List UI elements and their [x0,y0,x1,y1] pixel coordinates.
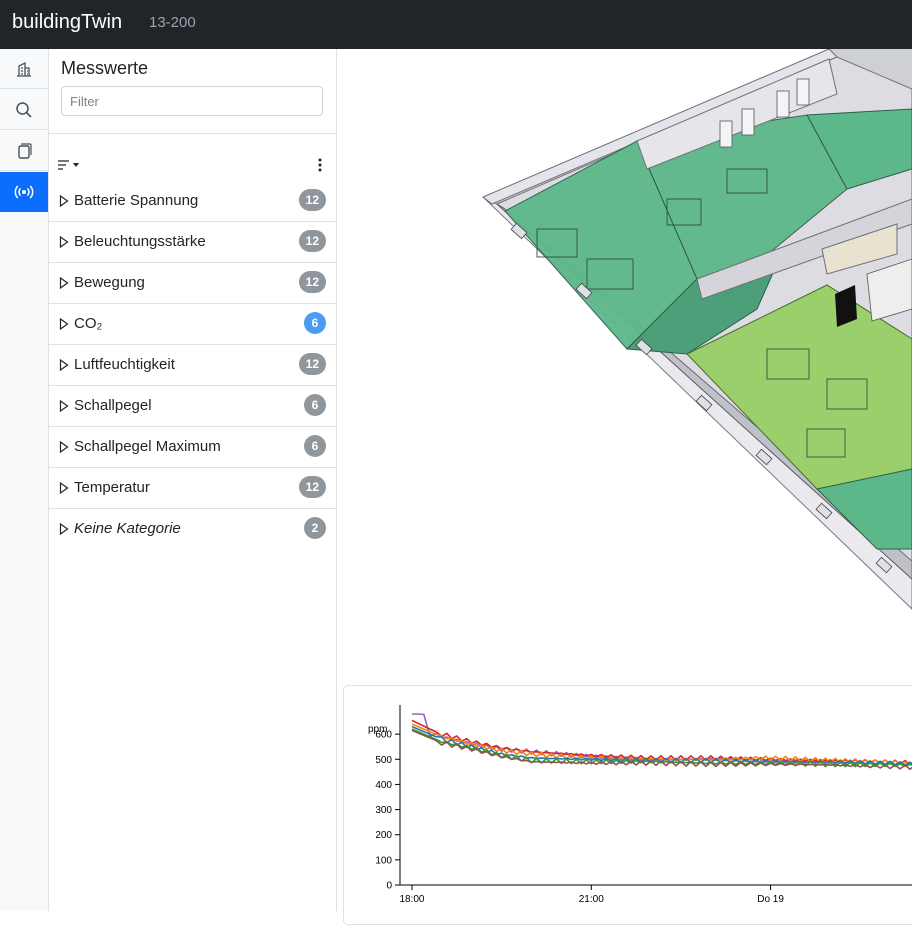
caret-right-icon [59,277,69,289]
list-item[interactable]: Temperatur 12 [49,468,336,509]
y-tick-label: 0 [386,881,392,892]
caret-right-icon [59,236,69,248]
category-label: Bewegung [74,274,145,291]
caret-right-icon [59,523,69,535]
icon-rail [0,49,49,911]
more-options-button[interactable] [311,156,329,174]
rail-sensors-button[interactable] [0,172,48,212]
x-tick-label: 18:00 [399,894,424,905]
y-tick-label: 400 [375,780,392,791]
category-label: Beleuchtungsstärke [74,233,206,250]
caret-right-icon [59,400,69,412]
project-id: 13-200 [149,14,196,31]
divider [49,133,336,134]
building-icon [17,61,31,77]
list-item[interactable]: Luftfeuchtigkeit 12 [49,345,336,386]
sensor-broadcast-icon [14,185,34,199]
list-item[interactable]: Bewegung 12 [49,263,336,304]
count-badge: 2 [304,517,326,539]
x-tick-label: 21:00 [579,894,604,905]
category-label: CO₂ [74,315,103,332]
count-badge: 12 [298,230,326,252]
sort-lines-icon [58,160,79,170]
caret-right-icon [59,441,69,453]
list-item[interactable]: Schallpegel Maximum 6 [49,427,336,468]
list-item[interactable]: CO₂ 6 [49,304,336,345]
count-badge: 12 [298,353,326,375]
list-item[interactable]: Keine Kategorie 2 [49,509,336,550]
category-label: Keine Kategorie [74,520,181,537]
y-tick-label: 200 [375,830,392,841]
copy-icon [18,142,32,159]
sort-dropdown-button[interactable] [57,156,87,174]
list-item[interactable]: Beleuchtungsstärke 12 [49,222,336,263]
list-item[interactable]: Batterie Spannung 12 [49,181,336,222]
category-list: Batterie Spannung 12 Beleuchtungsstärke … [49,181,336,550]
count-badge: 12 [298,271,326,293]
search-icon [16,101,32,118]
list-item[interactable]: Schallpegel 6 [49,386,336,427]
category-label: Schallpegel [74,397,152,414]
series-line [411,719,912,766]
x-tick-label: Do 19 [757,894,784,905]
count-badge: 6 [304,394,326,416]
y-tick-label: 500 [375,755,392,766]
co2-line-chart: ppm010020030040050060018:00 21:00 Do 19 [368,705,912,905]
caret-right-icon [59,482,69,494]
rail-building-button[interactable] [0,49,48,89]
app-brand[interactable]: buildingTwin [12,11,122,34]
caret-right-icon [59,318,69,330]
building-floor-model[interactable] [337,49,912,689]
y-tick-label: 300 [375,805,392,816]
panel-title: Messwerte [61,58,149,78]
top-navbar: buildingTwin 13-200 [0,0,912,49]
count-badge: 12 [298,476,326,498]
filter-input[interactable] [61,86,323,116]
y-tick-label: 100 [375,855,392,866]
count-badge: 6 [304,312,326,334]
rail-copy-button[interactable] [0,131,48,171]
y-tick-label: 600 [375,730,392,741]
count-badge: 12 [298,189,326,211]
category-label: Luftfeuchtigkeit [74,356,175,373]
count-badge: 6 [304,435,326,457]
caret-right-icon [59,359,69,371]
kebab-menu-icon [318,158,322,172]
caret-right-icon [59,195,69,207]
rail-search-button[interactable] [0,90,48,130]
category-label: Schallpegel Maximum [74,438,221,455]
category-label: Batterie Spannung [74,192,199,209]
category-label: Temperatur [74,479,150,496]
